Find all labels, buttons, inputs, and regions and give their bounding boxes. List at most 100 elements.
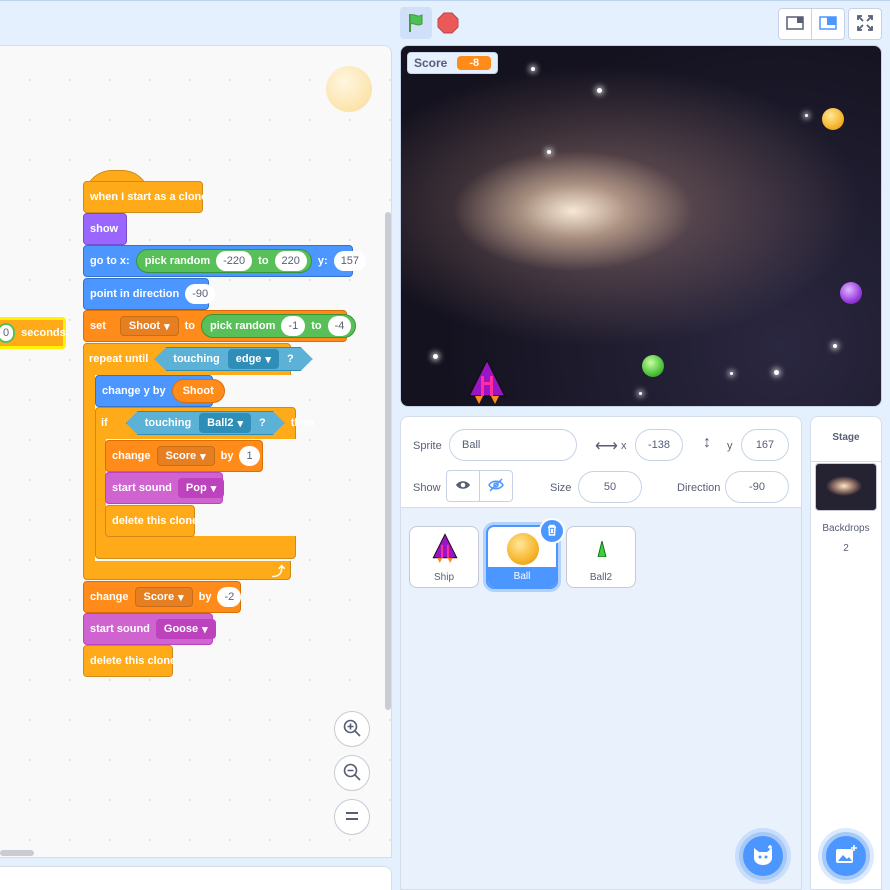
sound-dropdown[interactable]: Pop ▾ <box>177 478 225 498</box>
pick-random-operator[interactable]: pick random -220 to 220 <box>135 249 312 273</box>
sprite-tile-label: Ball2 <box>589 572 613 583</box>
stage[interactable]: Score -8 <box>400 45 882 407</box>
direction-field[interactable]: -90 <box>725 471 789 503</box>
start-sound-pop-block[interactable]: start sound Pop ▾ <box>105 472 225 504</box>
sprite-tile-ship[interactable]: Ship <box>409 526 479 588</box>
score-monitor-label: Score <box>414 56 448 70</box>
fullscreen-button[interactable] <box>848 8 882 40</box>
small-stage-button[interactable] <box>778 8 812 40</box>
change-value-input[interactable]: 1 <box>239 446 260 466</box>
zoom-reset-icon <box>344 810 360 825</box>
chevron-down-icon: ▾ <box>210 482 217 495</box>
to-label: to <box>184 320 195 332</box>
zoom-out-icon <box>342 762 362 785</box>
change-score-block[interactable]: change Score ▾ by -2 <box>83 581 242 613</box>
wait-value[interactable]: 0 <box>0 323 16 343</box>
sprite-tile-label: Ship <box>433 572 454 583</box>
delete-sprite-button[interactable] <box>539 518 565 544</box>
ball-sprite[interactable] <box>642 355 664 377</box>
touching-sensing[interactable]: touching Ball2 ▾ ? <box>126 411 285 435</box>
choose-sprite-button[interactable] <box>739 832 787 880</box>
question-mark: ? <box>286 353 294 365</box>
choose-backdrop-button[interactable] <box>822 832 870 880</box>
x-label: x <box>621 440 627 452</box>
variable-dropdown-value: Score <box>165 450 197 462</box>
start-sound-goose-block[interactable]: start sound Goose ▾ <box>83 613 216 645</box>
zoom-out-button[interactable] <box>334 755 370 791</box>
pick-random-label: pick random <box>144 255 211 267</box>
random-to-input[interactable]: -4 <box>327 316 352 336</box>
to-label-2: to <box>311 320 322 332</box>
touching-target-dropdown[interactable]: Ball2 ▾ <box>199 413 251 433</box>
sound-dropdown[interactable]: Goose ▾ <box>155 619 216 639</box>
set-variable-block[interactable]: set Shoot ▾ to pick random -1 to -4 <box>83 310 357 342</box>
horizontal-scrollbar[interactable] <box>0 850 34 856</box>
variable-dropdown[interactable]: Shoot ▾ <box>119 316 179 336</box>
variable-dropdown[interactable]: Score ▾ <box>134 587 193 607</box>
star <box>805 114 808 117</box>
ball-sprite[interactable] <box>822 108 844 130</box>
random-from-input[interactable]: -220 <box>216 251 253 271</box>
normal-stage-icon <box>819 15 837 33</box>
star <box>547 150 551 154</box>
y-input[interactable]: 157 <box>333 251 367 271</box>
delete-clone-block[interactable]: delete this clone <box>83 645 176 677</box>
goto-xy-block[interactable]: go to x: pick random -220 to 220 y: 157 <box>83 245 367 277</box>
y-arrows-icon: ↕ <box>703 434 711 451</box>
shoot-reporter[interactable]: Shoot <box>171 379 225 403</box>
show-visible-button[interactable] <box>446 470 480 502</box>
touching-target-value: Ball2 <box>207 417 234 429</box>
green-flag-icon[interactable] <box>400 7 432 39</box>
repeat-until-header[interactable]: repeat until touching edge ▾ ? <box>83 343 291 375</box>
ball-sprite[interactable] <box>840 282 862 304</box>
if-header[interactable]: if touching Ball2 ▾ ? then <box>95 407 314 439</box>
backdrops-count: 2 <box>843 543 849 554</box>
loop-arrow-icon: ⤴ <box>272 564 286 579</box>
star <box>531 67 535 71</box>
direction-input[interactable]: -90 <box>185 284 216 304</box>
ship-sprite[interactable] <box>465 358 509 406</box>
show-block[interactable]: show <box>83 213 127 245</box>
y-position-field[interactable]: 167 <box>741 429 789 461</box>
vertical-scrollbar[interactable] <box>385 212 391 710</box>
normal-stage-button[interactable] <box>811 8 845 40</box>
sprite-tile-ball2[interactable]: Ball2 <box>566 526 636 588</box>
zoom-reset-button[interactable] <box>334 799 370 835</box>
stop-icon[interactable] <box>436 9 460 37</box>
chevron-down-icon: ▾ <box>202 623 208 636</box>
change-label: change <box>112 450 151 462</box>
goto-label: go to x: <box>90 255 130 267</box>
stage-pane[interactable]: Stage Backdrops 2 <box>810 416 882 890</box>
ship-thumbnail <box>430 533 460 566</box>
stage-pane-divider <box>811 461 881 462</box>
touching-sensing[interactable]: touching edge ▾ ? <box>154 347 312 371</box>
score-monitor[interactable]: Score -8 <box>407 52 499 74</box>
pick-random-operator[interactable]: pick random -1 to -4 <box>201 314 357 338</box>
zoom-in-button[interactable] <box>334 711 370 747</box>
touching-target-dropdown[interactable]: edge ▾ <box>228 349 279 369</box>
wait-seconds-block[interactable]: 0 seconds <box>0 317 66 349</box>
set-label: set <box>90 320 106 332</box>
change-value-input[interactable]: -2 <box>217 587 242 607</box>
touching-target-value: edge <box>235 353 262 365</box>
star <box>833 344 837 348</box>
sprite-name-field[interactable]: Ball <box>449 429 577 461</box>
change-y-block[interactable]: change y by Shoot <box>95 375 225 407</box>
current-sprite-ghost <box>326 66 372 112</box>
x-arrows-icon: ⟷ <box>595 438 618 455</box>
when-clone-hat-block[interactable]: when I start as a clone <box>83 181 207 213</box>
direction-label: Direction <box>677 482 721 494</box>
random-from-input[interactable]: -1 <box>281 316 306 336</box>
start-sound-label: start sound <box>112 482 172 494</box>
ball2-thumbnail <box>597 540 607 560</box>
sprite-name-value: Ball <box>462 439 481 451</box>
delete-clone-block[interactable]: delete this clone <box>105 505 198 537</box>
random-to-input[interactable]: 220 <box>274 251 307 271</box>
point-direction-block[interactable]: point in direction -90 <box>83 278 216 310</box>
show-hidden-button[interactable] <box>479 470 513 502</box>
change-score-block[interactable]: change Score ▾ by 1 <box>105 440 263 472</box>
variable-dropdown[interactable]: Score ▾ <box>156 446 215 466</box>
size-field[interactable]: 50 <box>578 471 642 503</box>
x-position-field[interactable]: -138 <box>635 429 683 461</box>
backdrop-thumbnail[interactable] <box>815 463 877 511</box>
